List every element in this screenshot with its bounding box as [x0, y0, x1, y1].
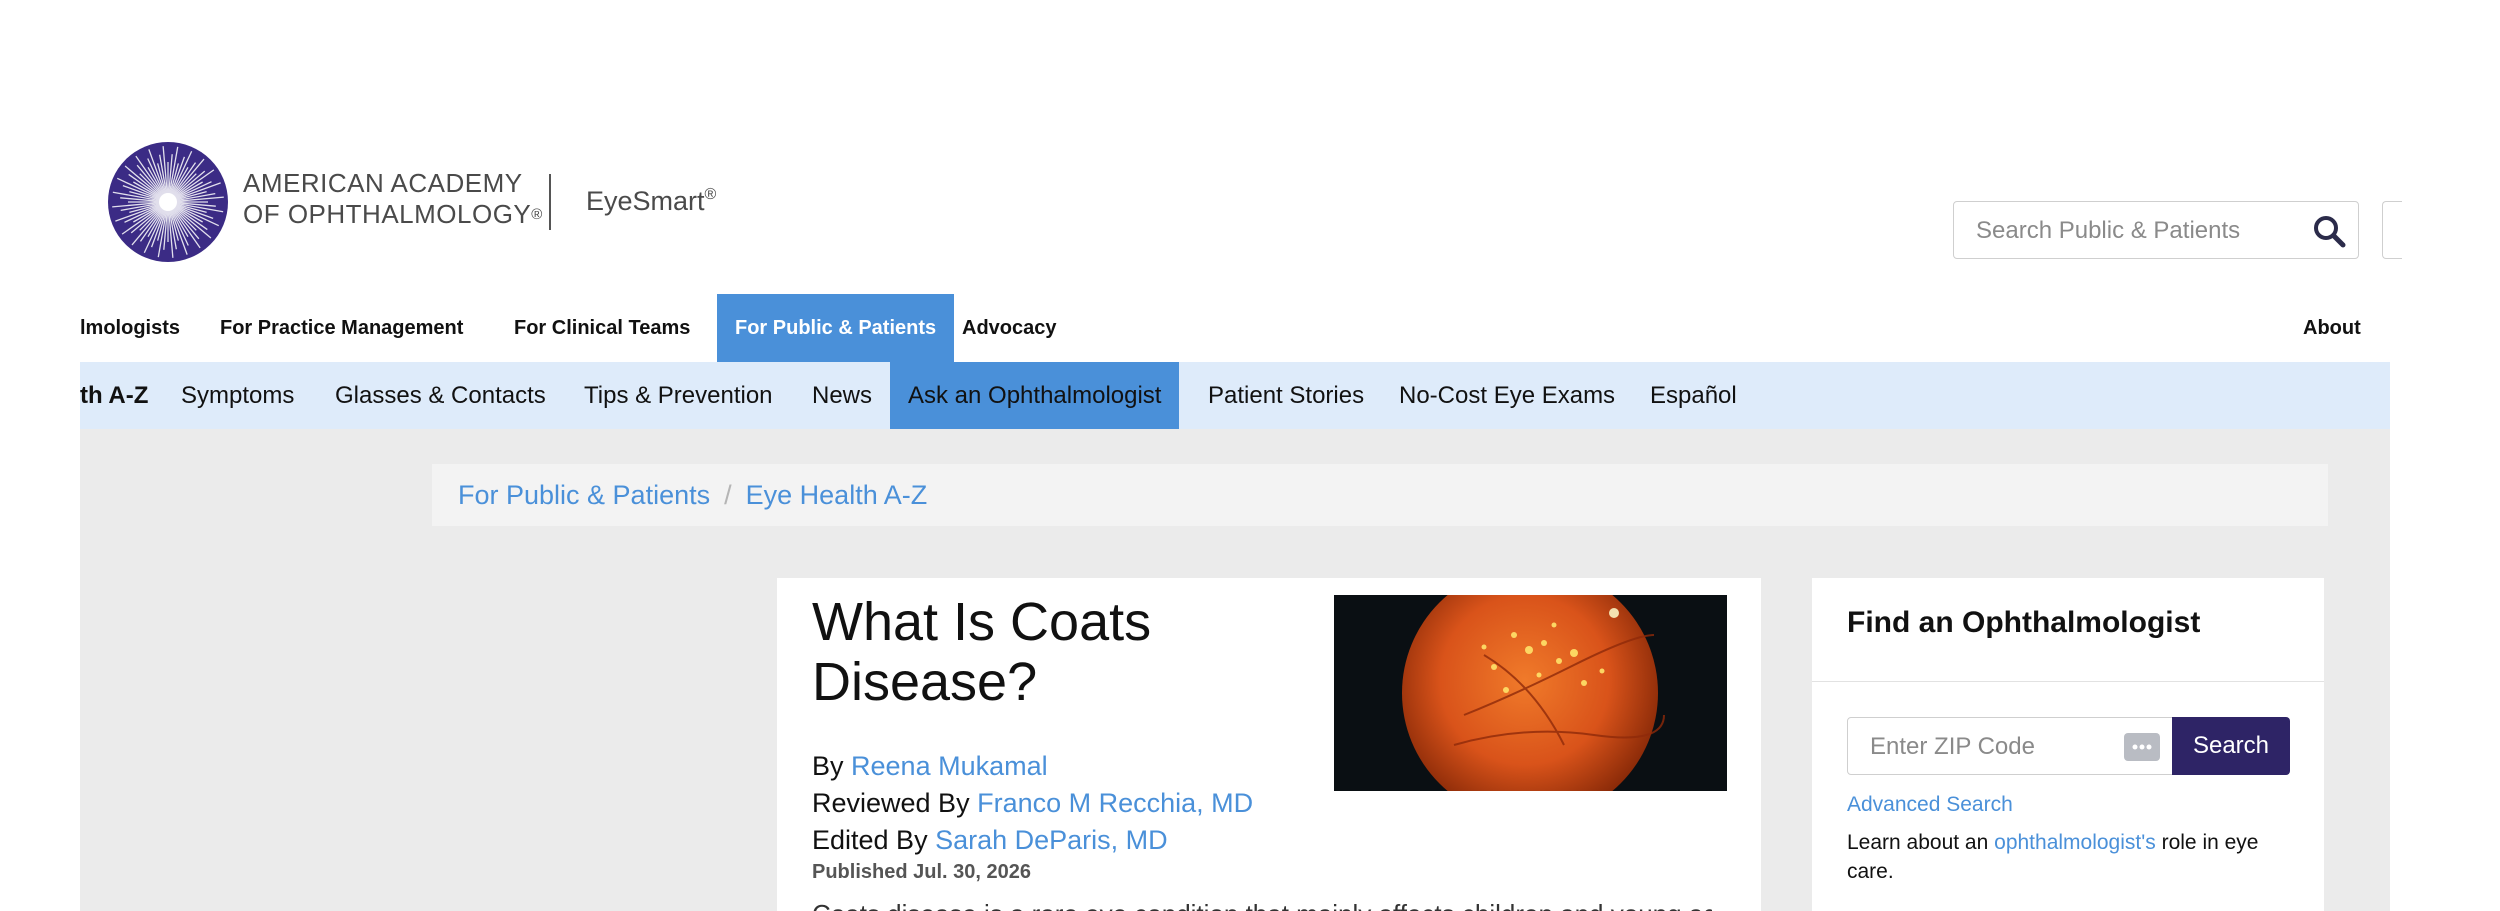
subnav-item-ask-ophthalmologist[interactable]: Ask an Ophthalmologist — [890, 362, 1180, 429]
zip-field — [1847, 717, 2173, 775]
subnav-item-news[interactable]: News — [794, 362, 890, 429]
org-name: AMERICAN ACADEMY OF OPHTHALMOLOGY® — [243, 168, 543, 230]
breadcrumb-separator: / — [724, 480, 732, 510]
author-link[interactable]: Reena Mukamal — [851, 751, 1048, 781]
subnav-item-no-cost-eye-exams[interactable]: No-Cost Eye Exams — [1381, 362, 1633, 429]
subnav-item-tips-prevention[interactable]: Tips & Prevention — [566, 362, 791, 429]
ophthalmologist-role-link[interactable]: ophthalmologist's — [1994, 831, 2156, 854]
primary-nav: lmologists For Practice Management For C… — [80, 294, 2390, 362]
advanced-search-link[interactable]: Advanced Search — [1847, 793, 2013, 817]
finder-title: Find an Ophthalmologist — [1847, 606, 2201, 639]
header-side-control[interactable] — [2382, 201, 2402, 259]
topnav-item-about[interactable]: About — [2285, 294, 2379, 362]
zip-search-button[interactable]: Search — [2172, 717, 2290, 775]
topnav-item-public-patients[interactable]: For Public & Patients — [717, 294, 955, 362]
subnav-item-espanol[interactable]: Español — [1632, 362, 1755, 429]
finder-divider — [1812, 681, 2324, 682]
site-search — [1953, 201, 2359, 259]
article-card: What Is Coats Disease? By Reena Mukamal … — [777, 578, 1761, 911]
find-ophthalmologist-widget: Find an Ophthalmologist Search Advanced … — [1812, 578, 2324, 911]
learn-prefix: Learn about an — [1847, 831, 1989, 854]
org-reg-mark: ® — [531, 206, 543, 223]
secondary-nav: th A-Z Symptoms Glasses & Contacts Tips … — [80, 362, 2390, 429]
retina-photo — [1334, 595, 1727, 791]
subnav-item-eye-health-a-z[interactable]: th A-Z — [62, 362, 166, 429]
published-date: Published Jul. 30, 2026 — [812, 861, 1031, 883]
editor-link[interactable]: Sarah DeParis, MD — [935, 825, 1168, 855]
subnav-item-symptoms[interactable]: Symptoms — [163, 362, 312, 429]
article-byline: By Reena Mukamal Reviewed By Franco M Re… — [812, 748, 1253, 859]
site-reg-mark: ® — [704, 186, 717, 203]
topnav-item-advocacy[interactable]: Advocacy — [944, 294, 1075, 362]
site-name[interactable]: EyeSmart® — [586, 186, 716, 217]
retina-image-icon — [1402, 595, 1665, 791]
org-name-line2: OF OPHTHALMOLOGY — [243, 199, 532, 229]
edited-label: Edited By — [812, 825, 928, 855]
logo-divider — [549, 174, 551, 230]
breadcrumb: For Public & Patients / Eye Health A-Z — [432, 464, 2328, 526]
site-name-text: EyeSmart — [586, 186, 705, 216]
autofill-icon[interactable] — [2124, 733, 2160, 761]
topnav-item-ophthalmologists[interactable]: lmologists — [62, 294, 198, 362]
finder-learn-text: Learn about an ophthalmologist's role in… — [1847, 828, 2287, 886]
topnav-item-practice-management[interactable]: For Practice Management — [202, 294, 481, 362]
breadcrumb-item-eye-health-a-z[interactable]: Eye Health A-Z — [746, 480, 928, 510]
article-intro: Coats disease is a rare eye condition th… — [812, 894, 1712, 911]
article-title: What Is Coats Disease? — [812, 592, 1152, 712]
search-input[interactable] — [1974, 212, 2278, 250]
reviewed-label: Reviewed By — [812, 788, 970, 818]
search-icon[interactable] — [2312, 214, 2346, 248]
reviewer-link[interactable]: Franco M Recchia, MD — [977, 788, 1253, 818]
subnav-item-patient-stories[interactable]: Patient Stories — [1190, 362, 1382, 429]
aao-logo-icon[interactable] — [107, 141, 229, 263]
zip-input[interactable] — [1868, 728, 2112, 766]
by-label: By — [812, 751, 844, 781]
topnav-item-clinical-teams[interactable]: For Clinical Teams — [496, 294, 708, 362]
subnav-item-glasses-contacts[interactable]: Glasses & Contacts — [317, 362, 564, 429]
breadcrumb-item-public-patients[interactable]: For Public & Patients — [458, 480, 710, 510]
org-name-line1: AMERICAN ACADEMY — [243, 168, 523, 198]
